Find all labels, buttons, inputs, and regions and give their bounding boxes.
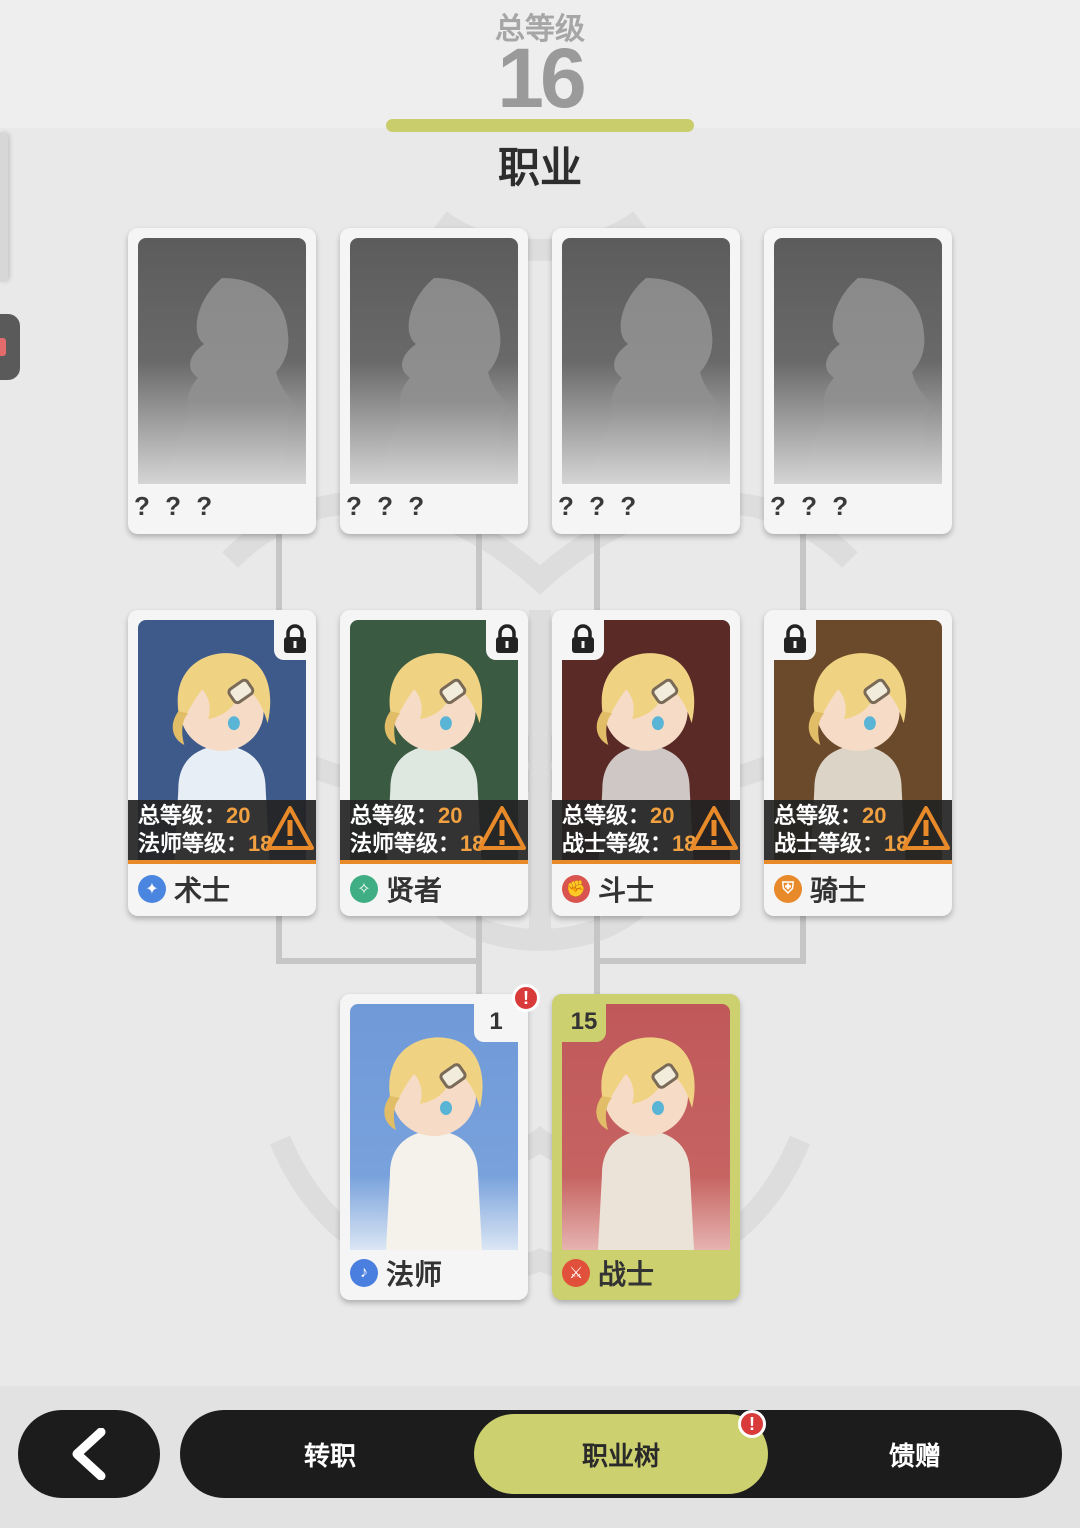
lock-icon [274,618,316,660]
connector [800,534,806,612]
connector [594,534,600,612]
connector [594,914,600,996]
total-level-value: 16 [497,31,586,125]
warning-triangle-icon [266,806,314,850]
class-level-badge: 15 [562,1002,606,1042]
locked-portrait [138,238,306,484]
knight-class-icon: ⛨ [774,875,802,903]
class-card-unknown-2[interactable]: ? ? ? [340,228,528,534]
locked-portrait [774,238,942,484]
class-name: 骑士 [810,875,867,906]
alert-exclamation-icon: ! [738,1410,766,1438]
mage-class-icon: ♪ [350,1259,378,1287]
class-card-sage[interactable]: 总等级：20 法师等级：18 ✧ 贤者 [340,610,528,916]
requirement-box: 总等级：20 战士等级：18 [764,800,952,864]
connector [476,914,482,996]
sage-class-icon: ✧ [350,875,378,903]
class-level-badge: 1 [474,1002,518,1042]
back-button[interactable] [18,1410,160,1498]
silhouette-icon [804,278,934,484]
lock-icon [486,618,528,660]
class-card-brawler[interactable]: 总等级：20 战士等级：18 ✊ 斗士 [552,610,740,916]
class-name: 法师 [386,1259,443,1290]
lock-icon [562,618,604,660]
class-card-unknown-4[interactable]: ? ? ? [764,228,952,534]
tab-transfer[interactable]: 转职 [180,1410,480,1498]
requirement-box: 总等级：20 法师等级：18 [340,800,528,864]
locked-portrait [350,238,518,484]
class-name: ? ? ? [770,491,853,521]
class-card-warlock[interactable]: 总等级：20 法师等级：18 ✦ 术士 [128,610,316,916]
lock-icon [774,618,816,660]
warning-triangle-icon [478,806,526,850]
alert-exclamation-icon: ! [512,984,540,1012]
chevron-left-icon [72,1428,106,1480]
connector [594,958,806,964]
class-name: 贤者 [386,875,443,906]
connector [276,958,482,964]
tab-class-tree[interactable]: 职业树 [474,1414,768,1494]
class-name: 战士 [598,1259,655,1290]
class-card-warrior[interactable]: 15 ⚔ 战士 [552,994,740,1300]
bottom-nav-bar: 转职 职业树 ! 馈赠 [180,1410,1062,1498]
brawler-class-icon: ✊ [562,875,590,903]
silhouette-icon [592,278,722,484]
class-card-mage[interactable]: 1 ! ♪ 法师 [340,984,540,1300]
class-card-unknown-3[interactable]: ? ? ? [552,228,740,534]
class-card-knight[interactable]: 总等级：20 战士等级：18 ⛨ 骑士 [764,610,952,916]
warning-triangle-icon [902,806,950,850]
class-name: ? ? ? [558,491,641,521]
class-name: 斗士 [598,875,655,906]
connector [800,914,806,964]
requirement-box: 总等级：20 法师等级：18 [128,800,316,864]
connector [276,534,282,612]
silhouette-icon [380,278,510,484]
class-card-unknown-1[interactable]: ? ? ? [128,228,316,534]
locked-portrait [562,238,730,484]
warning-triangle-icon [690,806,738,850]
title-underline [386,119,694,132]
class-name: ? ? ? [134,491,217,521]
connector [476,534,482,612]
warrior-class-icon: ⚔ [562,1259,590,1287]
tab-gift[interactable]: 馈赠 [768,1410,1062,1498]
side-drawer-handle[interactable] [0,314,20,380]
class-name: 术士 [174,875,231,906]
connector [276,914,282,964]
class-name: ? ? ? [346,491,429,521]
requirement-box: 总等级：20 战士等级：18 [552,800,740,864]
silhouette-icon [168,278,298,484]
warlock-class-icon: ✦ [138,875,166,903]
side-drawer-tab[interactable] [0,132,8,282]
